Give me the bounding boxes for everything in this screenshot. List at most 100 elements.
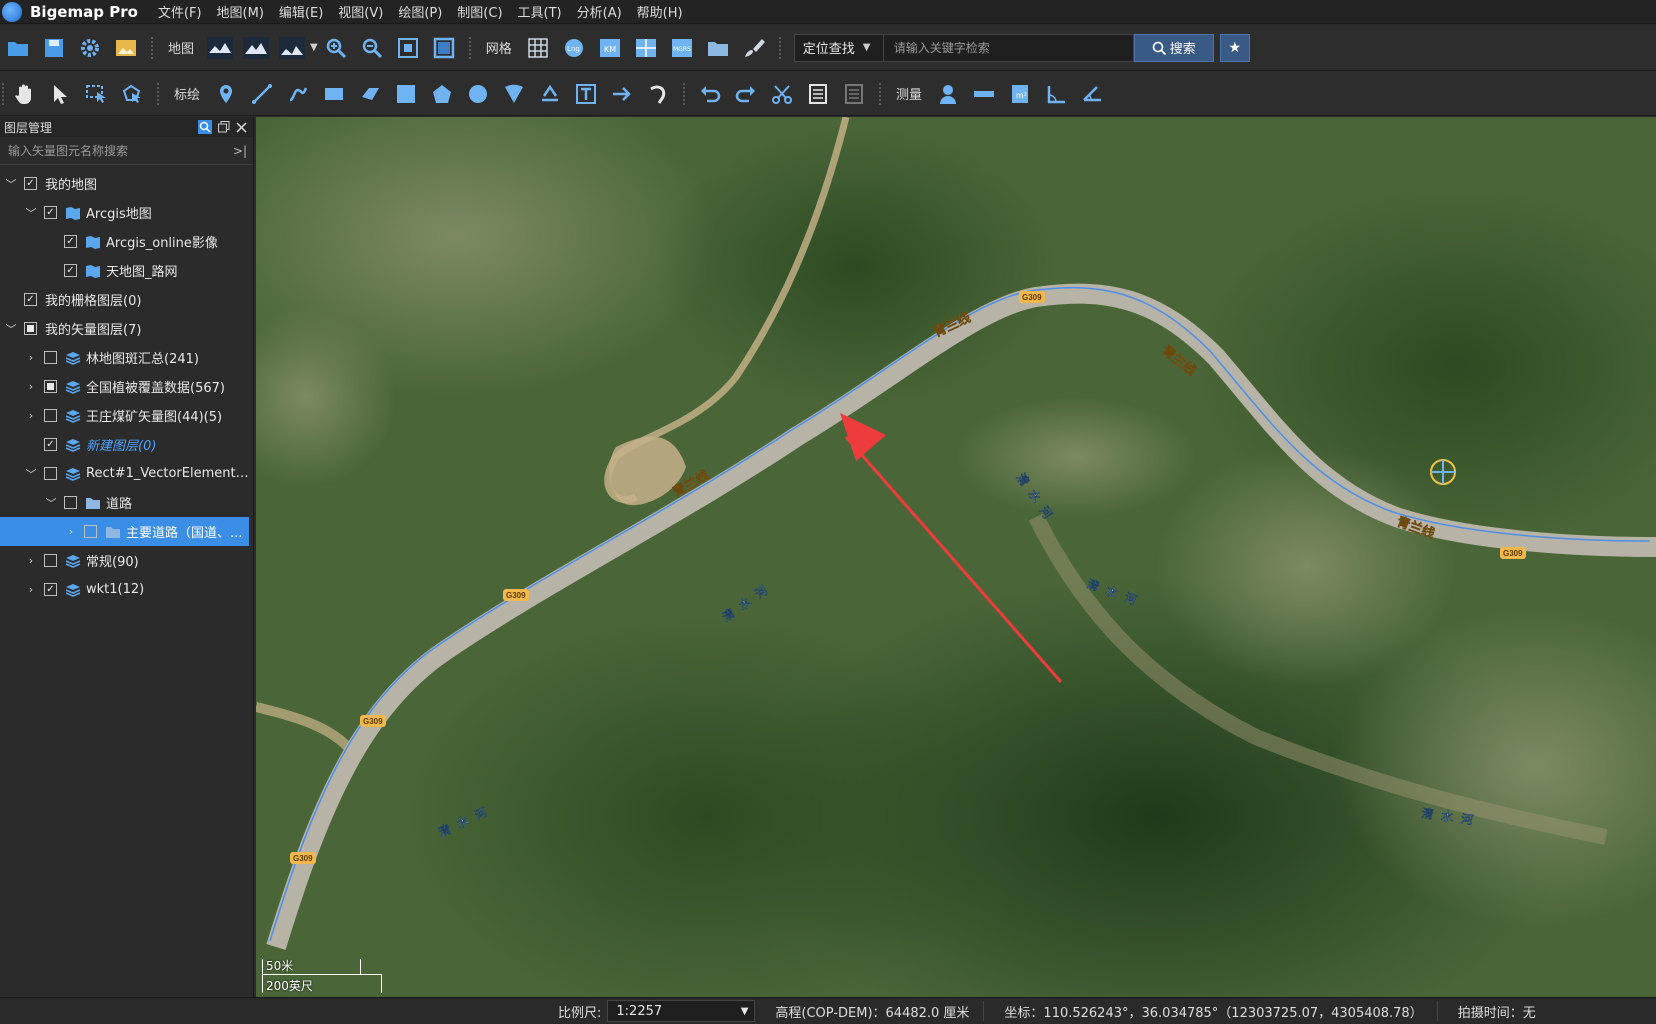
scissors-icon[interactable] <box>767 79 797 109</box>
pan-hand-icon[interactable] <box>9 79 39 109</box>
map-canvas[interactable]: 青兰线 青兰线 青兰线 青兰线 G309 G309 G309 G309 G309… <box>256 117 1656 997</box>
attribute-table-icon[interactable] <box>803 79 833 109</box>
distance-icon[interactable] <box>969 79 999 109</box>
layer-visibility-checkbox[interactable]: ✓ <box>44 583 57 596</box>
person-icon[interactable] <box>933 79 963 109</box>
grid-label[interactable]: 网格 <box>486 38 512 57</box>
km-grid-icon[interactable]: KM <box>595 33 625 63</box>
circle-icon[interactable] <box>463 79 493 109</box>
image-icon[interactable] <box>111 33 141 63</box>
zoom-extent-icon[interactable] <box>393 33 423 63</box>
area-icon[interactable]: m² <box>1005 79 1035 109</box>
menu-tools[interactable]: 工具(T) <box>518 2 562 21</box>
chevron-down-icon[interactable]: ﹀ <box>44 495 58 511</box>
layer-visibility-checkbox[interactable] <box>44 409 57 422</box>
pentagon-icon[interactable] <box>427 79 457 109</box>
search-input[interactable] <box>883 33 1134 62</box>
polyline-icon[interactable] <box>247 79 277 109</box>
mapsheet-grid-icon[interactable] <box>631 33 661 63</box>
full-extent-icon[interactable] <box>429 33 459 63</box>
layer-visibility-checkbox[interactable] <box>84 525 97 538</box>
menu-analysis[interactable]: 分析(A) <box>577 2 622 21</box>
layer-visibility-checkbox[interactable] <box>44 467 57 480</box>
layer-visibility-checkbox[interactable]: ✓ <box>64 264 77 277</box>
collapse-icon[interactable]: >| <box>233 144 247 158</box>
layer-visibility-checkbox[interactable] <box>44 351 57 364</box>
lnglat-grid-icon[interactable]: Lng <box>559 33 589 63</box>
layer-tree-row[interactable]: › 林地图斑汇总(241) <box>0 343 253 372</box>
chevron-right-icon[interactable]: › <box>24 380 38 393</box>
measure-label[interactable]: 测量 <box>896 84 922 103</box>
square-icon[interactable] <box>391 79 421 109</box>
chevron-right-icon[interactable]: › <box>24 554 38 567</box>
layer-visibility-checkbox[interactable] <box>24 322 37 335</box>
chevron-right-icon[interactable]: › <box>64 525 78 538</box>
chevron-down-icon[interactable]: ﹀ <box>4 176 18 192</box>
arrow-right-icon[interactable] <box>607 79 637 109</box>
search-button[interactable]: 搜索 <box>1133 33 1214 62</box>
zoom-in-icon[interactable] <box>321 33 351 63</box>
list-disabled-icon[interactable] <box>839 79 869 109</box>
layer-visibility-checkbox[interactable] <box>44 380 57 393</box>
parallelogram-icon[interactable] <box>355 79 385 109</box>
close-icon[interactable] <box>236 121 247 133</box>
mgrs-grid-icon[interactable]: MGRS <box>667 33 697 63</box>
map-label[interactable]: 地图 <box>168 38 194 57</box>
menu-map[interactable]: 地图(M) <box>217 2 264 21</box>
layer-tree-row[interactable]: ✓ 新建图层(0) <box>0 430 253 459</box>
chevron-right-icon[interactable]: › <box>24 409 38 422</box>
menu-help[interactable]: 帮助(H) <box>637 2 683 21</box>
layer-search-icon[interactable] <box>198 120 212 134</box>
chevron-down-icon[interactable]: ▼ <box>310 42 318 53</box>
layer-tree-row[interactable]: ﹀ Rect#1_VectorElement(... <box>0 459 254 488</box>
text-line-icon[interactable] <box>535 79 565 109</box>
text-box-icon[interactable] <box>571 79 601 109</box>
layer-tree-row[interactable]: › 主要道路（国道、... <box>0 517 249 546</box>
azimuth-icon[interactable] <box>1077 79 1107 109</box>
zoom-out-icon[interactable] <box>357 33 387 63</box>
brush-icon[interactable] <box>739 33 769 63</box>
layer-search-box[interactable]: 输入矢量图元名称搜索 >| <box>0 137 253 165</box>
open-folder-icon[interactable] <box>3 33 33 63</box>
draw-label[interactable]: 标绘 <box>174 84 200 103</box>
polygon-select-icon[interactable] <box>117 79 147 109</box>
favorite-button[interactable]: ★ <box>1219 33 1250 62</box>
menu-edit[interactable]: 编辑(E) <box>279 2 323 21</box>
sector-icon[interactable] <box>499 79 529 109</box>
search-mode-dropdown[interactable]: 定位查找 ▼ <box>793 33 884 62</box>
menu-view[interactable]: 视图(V) <box>338 2 383 21</box>
menu-draw[interactable]: 绘图(P) <box>398 2 442 21</box>
curved-arrow-icon[interactable] <box>643 79 673 109</box>
scale-dropdown[interactable]: 1:2257 ▼ <box>607 1000 756 1022</box>
chevron-down-icon[interactable]: ﹀ <box>24 466 38 482</box>
redo-icon[interactable] <box>731 79 761 109</box>
rectangle-icon[interactable] <box>319 79 349 109</box>
layer-tree-row[interactable]: ﹀ ✓ Arcgis地图 <box>0 198 253 227</box>
layer-visibility-checkbox[interactable] <box>44 554 57 567</box>
chevron-down-icon[interactable]: ﹀ <box>4 321 18 337</box>
layer-tree-row[interactable]: › 王庄煤矿矢量图(44)(5) <box>0 401 253 430</box>
menu-cartography[interactable]: 制图(C) <box>457 2 502 21</box>
layer-tree-row[interactable]: ✓ 天地图_路网 <box>0 256 253 285</box>
curve-icon[interactable] <box>283 79 313 109</box>
layer-visibility-checkbox[interactable]: ✓ <box>44 206 57 219</box>
map-source-2-icon[interactable] <box>241 33 271 63</box>
layer-tree-row[interactable]: ﹀ 道路 <box>0 488 253 517</box>
rect-select-icon[interactable] <box>81 79 111 109</box>
layer-visibility-checkbox[interactable]: ✓ <box>44 438 57 451</box>
menu-file[interactable]: 文件(F) <box>158 2 202 21</box>
save-icon[interactable] <box>39 33 69 63</box>
layer-visibility-checkbox[interactable]: ✓ <box>64 235 77 248</box>
layer-tree-row[interactable]: › ✓ wkt1(12) <box>0 575 253 604</box>
layer-visibility-checkbox[interactable]: ✓ <box>24 293 37 306</box>
layer-tree-row[interactable]: ﹀ ✓ 我的地图 <box>0 169 253 198</box>
chevron-down-icon[interactable]: ﹀ <box>24 205 38 221</box>
chevron-right-icon[interactable]: › <box>24 351 38 364</box>
layer-tree-row[interactable]: ✓ 我的栅格图层(0) <box>0 285 253 314</box>
layer-tree-row[interactable]: ﹀ 我的矢量图层(7) <box>0 314 253 343</box>
select-arrow-icon[interactable] <box>45 79 75 109</box>
map-source-1-icon[interactable] <box>205 33 235 63</box>
layer-visibility-checkbox[interactable] <box>64 496 77 509</box>
angle-icon[interactable] <box>1041 79 1071 109</box>
layer-tree-row[interactable]: › 全国植被覆盖数据(567) <box>0 372 253 401</box>
